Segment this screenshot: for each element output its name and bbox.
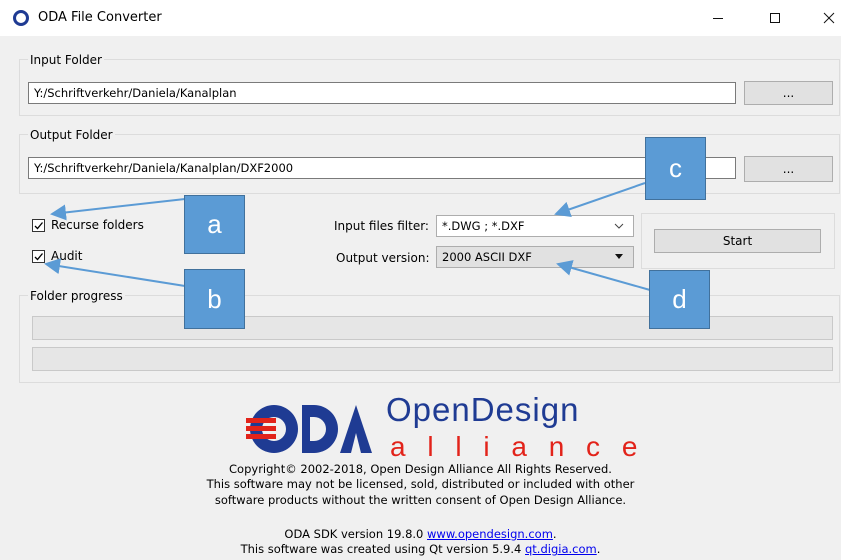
opendesign-link[interactable]: www.opendesign.com bbox=[427, 527, 553, 541]
callout-b: b bbox=[184, 269, 245, 329]
sdk-version-suffix: . bbox=[552, 527, 557, 541]
license-text-2: software products without the written co… bbox=[214, 493, 627, 507]
sdk-version-text: ODA SDK version 19.8.0 bbox=[284, 527, 428, 541]
qt-digia-link[interactable]: qt.digia.com bbox=[525, 542, 597, 556]
callout-a-arrow bbox=[50, 198, 186, 221]
callout-d-arrow bbox=[556, 260, 651, 291]
callout-c: c bbox=[645, 137, 706, 200]
license-text-1: This software may not be licensed, sold,… bbox=[206, 477, 635, 491]
copyright-text: Copyright© 2002-2018, Open Design Allian… bbox=[229, 462, 612, 476]
logo-alliance-text: a l l i a n c e bbox=[390, 431, 645, 462]
qt-version-suffix: . bbox=[596, 542, 601, 556]
logo-opendesign-text: OpenDesign bbox=[386, 391, 580, 428]
qt-version-text: This software was created using Qt versi… bbox=[240, 542, 525, 556]
qt-version-line: This software was created using Qt versi… bbox=[0, 542, 841, 556]
callout-arrows bbox=[44, 182, 651, 291]
callout-b-arrow bbox=[44, 258, 186, 287]
callout-c-arrow bbox=[554, 182, 646, 217]
oda-logo-mark bbox=[246, 405, 372, 453]
callout-a: a bbox=[184, 195, 245, 254]
callout-d: d bbox=[649, 270, 710, 329]
sdk-version-line: ODA SDK version 19.8.0 www.opendesign.co… bbox=[0, 527, 841, 541]
open-design-alliance-logo: OpenDesign a l l i a n c e bbox=[246, 391, 637, 462]
